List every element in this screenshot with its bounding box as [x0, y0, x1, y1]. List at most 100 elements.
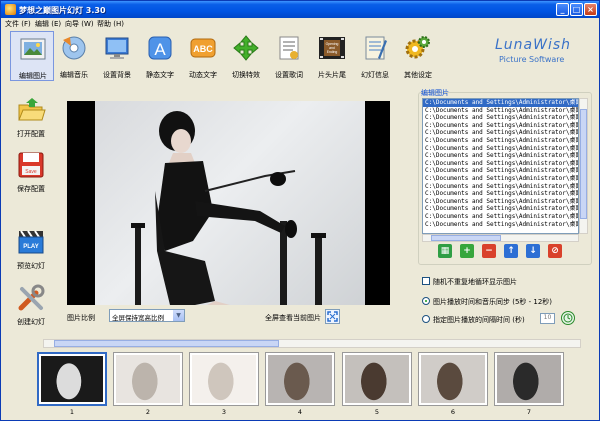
file-list-vertical-scrollbar[interactable]: [579, 98, 588, 234]
delete-icon[interactable]: ⊘: [548, 244, 562, 258]
sync-music-radio[interactable]: 图片播放时间和音乐同步 (5秒 - 12秒): [422, 297, 552, 307]
save-icon-text: Save: [25, 169, 37, 175]
brand-logo: LunaWish Picture Software: [495, 37, 591, 69]
checkbox-box[interactable]: [422, 277, 430, 285]
file-list-item[interactable]: C:\Documents and Settings\Administrator\…: [423, 183, 578, 191]
radio-dot[interactable]: [422, 297, 430, 305]
image-list-title: 编辑图片: [421, 89, 449, 97]
image-ratio-select[interactable]: 全屏保持宽高比例 ▼: [109, 309, 185, 322]
sidebar-label: 创建幻灯: [17, 318, 45, 326]
file-list-item[interactable]: C:\Documents and Settings\Administrator\…: [423, 175, 578, 183]
thumbnail-image: [268, 355, 332, 403]
tool-slideshow-info[interactable]: 幻灯信息: [353, 31, 397, 81]
file-list-item[interactable]: C:\Documents and Settings\Administrator\…: [423, 99, 578, 107]
title-bar[interactable]: 梦想之巅图片幻灯 3.30 _ □ ×: [1, 1, 599, 18]
file-list-item[interactable]: C:\Documents and Settings\Administrator\…: [423, 167, 578, 175]
thumbnail-item[interactable]: [37, 352, 107, 406]
image-file-list[interactable]: C:\Documents and Settings\Administrator\…: [422, 98, 579, 234]
maximize-button[interactable]: □: [570, 3, 583, 16]
model-photo-illustration: [131, 111, 326, 305]
preview-slideshow-button[interactable]: PLAY 预览幻灯: [7, 227, 55, 277]
thumbnail-scrollbar[interactable]: [43, 339, 581, 348]
add-icon[interactable]: +: [460, 244, 474, 258]
thumbnail-number: 3: [221, 408, 227, 416]
preview-photo: [95, 101, 365, 305]
thumbnail-image: [192, 355, 256, 403]
thumbnail-number: 2: [145, 408, 151, 416]
tool-transition-effects[interactable]: 切换特效: [224, 31, 268, 81]
thumbnail-number: 4: [297, 408, 303, 416]
svg-text:A: A: [154, 40, 166, 59]
file-list-item[interactable]: C:\Documents and Settings\Administrator\…: [423, 213, 578, 221]
menu-help[interactable]: 帮助 (H): [97, 19, 124, 29]
thumbnail-item[interactable]: [113, 352, 183, 406]
scroll-thumb[interactable]: [431, 235, 501, 241]
tool-set-lyrics[interactable]: 设置歌词: [267, 31, 311, 81]
clock-glyph: [563, 313, 573, 323]
tool-opening-ending[interactable]: Opening and Ending 片头片尾: [310, 31, 354, 81]
menu-file[interactable]: 文件 (F): [5, 19, 31, 29]
thumbnail-item[interactable]: [342, 352, 412, 406]
gears-icon: [405, 36, 430, 59]
image-preview: [67, 101, 390, 305]
file-list-item[interactable]: C:\Documents and Settings\Administrator\…: [423, 190, 578, 198]
play-icon-text: PLAY: [23, 244, 38, 250]
tool-static-text[interactable]: A 静态文字: [138, 31, 182, 81]
file-list-item[interactable]: C:\Documents and Settings\Administrator\…: [423, 137, 578, 145]
scroll-thumb[interactable]: [54, 340, 279, 347]
tool-other-settings[interactable]: 其他设定: [396, 31, 440, 81]
open-config-button[interactable]: 打开配置: [7, 95, 55, 145]
svg-text:ABC: ABC: [193, 44, 213, 54]
select-all-icon[interactable]: ▦: [438, 244, 452, 258]
close-button[interactable]: ×: [584, 3, 597, 16]
file-list-item[interactable]: C:\Documents and Settings\Administrator\…: [423, 221, 578, 229]
thumbnail-item[interactable]: [418, 352, 488, 406]
tool-label: 其他设定: [404, 71, 432, 79]
remove-icon[interactable]: −: [482, 244, 496, 258]
fullscreen-view-button[interactable]: [325, 309, 340, 324]
move-up-icon[interactable]: ↑: [504, 244, 518, 258]
file-list-item[interactable]: C:\Documents and Settings\Administrator\…: [423, 152, 578, 160]
tool-dynamic-text[interactable]: ABC 动态文字: [181, 31, 225, 81]
save-config-button[interactable]: Save 保存配置: [7, 150, 55, 200]
brand-name: LunaWish: [495, 37, 572, 53]
custom-interval-radio[interactable]: 指定图片播放的间隔时间 (秒): [422, 315, 525, 325]
menu-edit[interactable]: 编辑 (E): [35, 19, 61, 29]
scroll-thumb[interactable]: [580, 109, 587, 219]
music-disc-icon: [62, 36, 86, 60]
sidebar-label: 预览幻灯: [17, 262, 45, 270]
brand-tagline: Picture Software: [499, 55, 565, 64]
sidebar-label: 打开配置: [17, 130, 45, 138]
clock-icon[interactable]: [561, 311, 575, 325]
window-title: 梦想之巅图片幻灯 3.30: [19, 6, 106, 15]
thumbnail-strip: 1 2 3 4 5 6 7: [33, 349, 593, 417]
file-list-item[interactable]: C:\Documents and Settings\Administrator\…: [423, 129, 578, 137]
fullscreen-view-label: 全屏查看当前图片: [265, 314, 321, 322]
thumbnail-image: [497, 355, 561, 403]
file-list-item[interactable]: C:\Documents and Settings\Administrator\…: [423, 114, 578, 122]
file-list-item[interactable]: C:\Documents and Settings\Administrator\…: [423, 205, 578, 213]
thumbnail-image: [41, 356, 103, 402]
menu-wizard[interactable]: 向导 (W): [65, 19, 94, 29]
move-down-icon[interactable]: ↓: [526, 244, 540, 258]
tools-icon: [18, 284, 45, 311]
random-no-repeat-checkbox[interactable]: 随机不重复地循环显示图片: [422, 277, 517, 287]
thumbnail-item[interactable]: [265, 352, 335, 406]
thumbnail-image: [421, 355, 485, 403]
transition-arrows-icon: [233, 35, 259, 61]
tool-set-background[interactable]: 设置背景: [95, 31, 139, 81]
chevron-down-icon[interactable]: ▼: [173, 310, 184, 321]
photo-edit-icon: [20, 38, 46, 60]
tool-edit-music[interactable]: 编辑音乐: [52, 31, 96, 81]
menu-bar: 文件 (F) 编辑 (E) 向导 (W) 帮助 (H): [1, 18, 599, 29]
opening-ending-icon: Opening and Ending: [319, 37, 345, 59]
thumbnail-item[interactable]: [494, 352, 564, 406]
minimize-button[interactable]: _: [556, 3, 569, 16]
create-slideshow-button[interactable]: 创建幻灯: [7, 283, 55, 333]
radio-dot[interactable]: [422, 315, 430, 323]
file-list-horizontal-scrollbar[interactable]: [422, 234, 579, 242]
thumbnail-item[interactable]: [189, 352, 259, 406]
main-toolbar: 编辑图片 编辑音乐 设置背景 A 静态文字 ABC 动态文字 切换特效 设置歌词…: [1, 29, 599, 83]
image-ratio-label: 图片比例: [67, 314, 95, 322]
interval-seconds-input[interactable]: 10: [540, 313, 555, 324]
